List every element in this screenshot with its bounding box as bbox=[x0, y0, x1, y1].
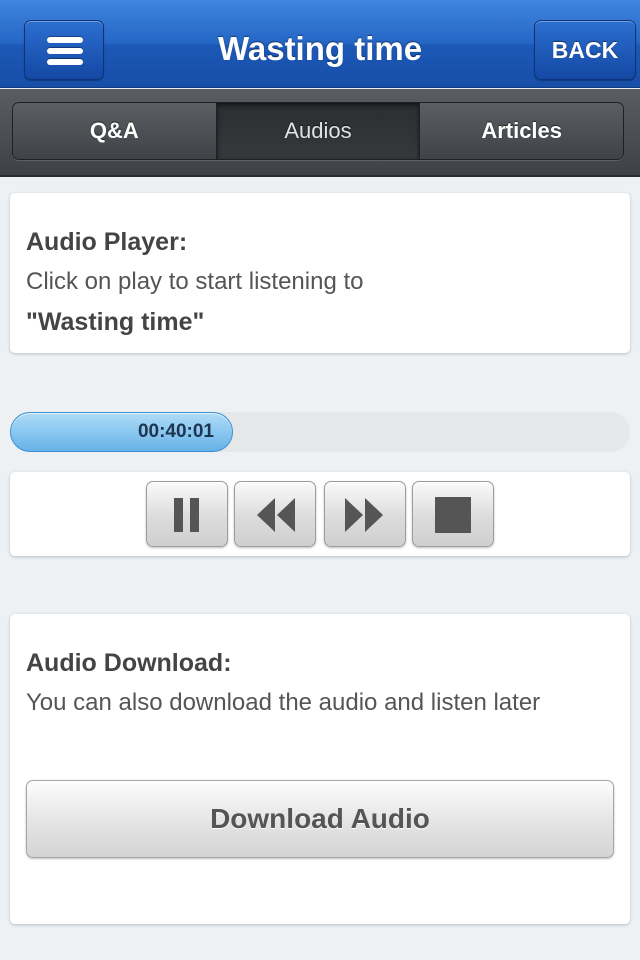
elapsed-time: 00:40:01 bbox=[137, 421, 214, 442]
audio-download-heading: Audio Download: bbox=[26, 649, 232, 677]
audio-title: "Wasting time" bbox=[26, 308, 205, 336]
tab-articles[interactable]: Articles bbox=[420, 103, 623, 159]
fast-forward-icon bbox=[345, 498, 383, 532]
audio-player-description: Click on play to start listening to bbox=[26, 268, 364, 295]
hamburger-menu-icon-bar bbox=[47, 59, 83, 65]
tab-audios[interactable]: Audios bbox=[216, 103, 421, 159]
hamburger-menu-icon-bar bbox=[47, 48, 83, 54]
audio-player-card: Audio Player: Click on play to start lis… bbox=[10, 193, 630, 353]
rewind-button[interactable] bbox=[234, 481, 316, 547]
audio-download-card: Audio Download: You can also download th… bbox=[10, 614, 630, 924]
stop-button[interactable] bbox=[412, 481, 494, 547]
player-controls-card bbox=[10, 472, 630, 556]
tab-qa[interactable]: Q&A bbox=[13, 103, 217, 159]
audio-player-heading: Audio Player: bbox=[26, 228, 188, 256]
rewind-icon bbox=[257, 498, 295, 532]
pause-icon bbox=[174, 498, 199, 532]
audio-progress-bar[interactable]: 00:40:01 bbox=[10, 412, 630, 452]
page-title: Wasting time bbox=[217, 30, 423, 67]
hamburger-menu-icon bbox=[47, 37, 83, 43]
fast-forward-button[interactable] bbox=[324, 481, 406, 547]
audio-download-description: You can also download the audio and list… bbox=[26, 689, 541, 716]
top-navigation-bar: Wasting time BACK bbox=[0, 0, 640, 88]
tab-bar: Q&A Audios Articles bbox=[0, 89, 640, 177]
pause-button[interactable] bbox=[146, 481, 228, 547]
segmented-control: Q&A Audios Articles bbox=[12, 102, 624, 160]
menu-button[interactable] bbox=[24, 20, 104, 80]
download-audio-button[interactable]: Download Audio bbox=[26, 780, 614, 858]
audio-progress-fill[interactable]: 00:40:01 bbox=[10, 412, 233, 452]
back-button[interactable]: BACK bbox=[534, 20, 636, 80]
stop-icon bbox=[435, 497, 471, 533]
